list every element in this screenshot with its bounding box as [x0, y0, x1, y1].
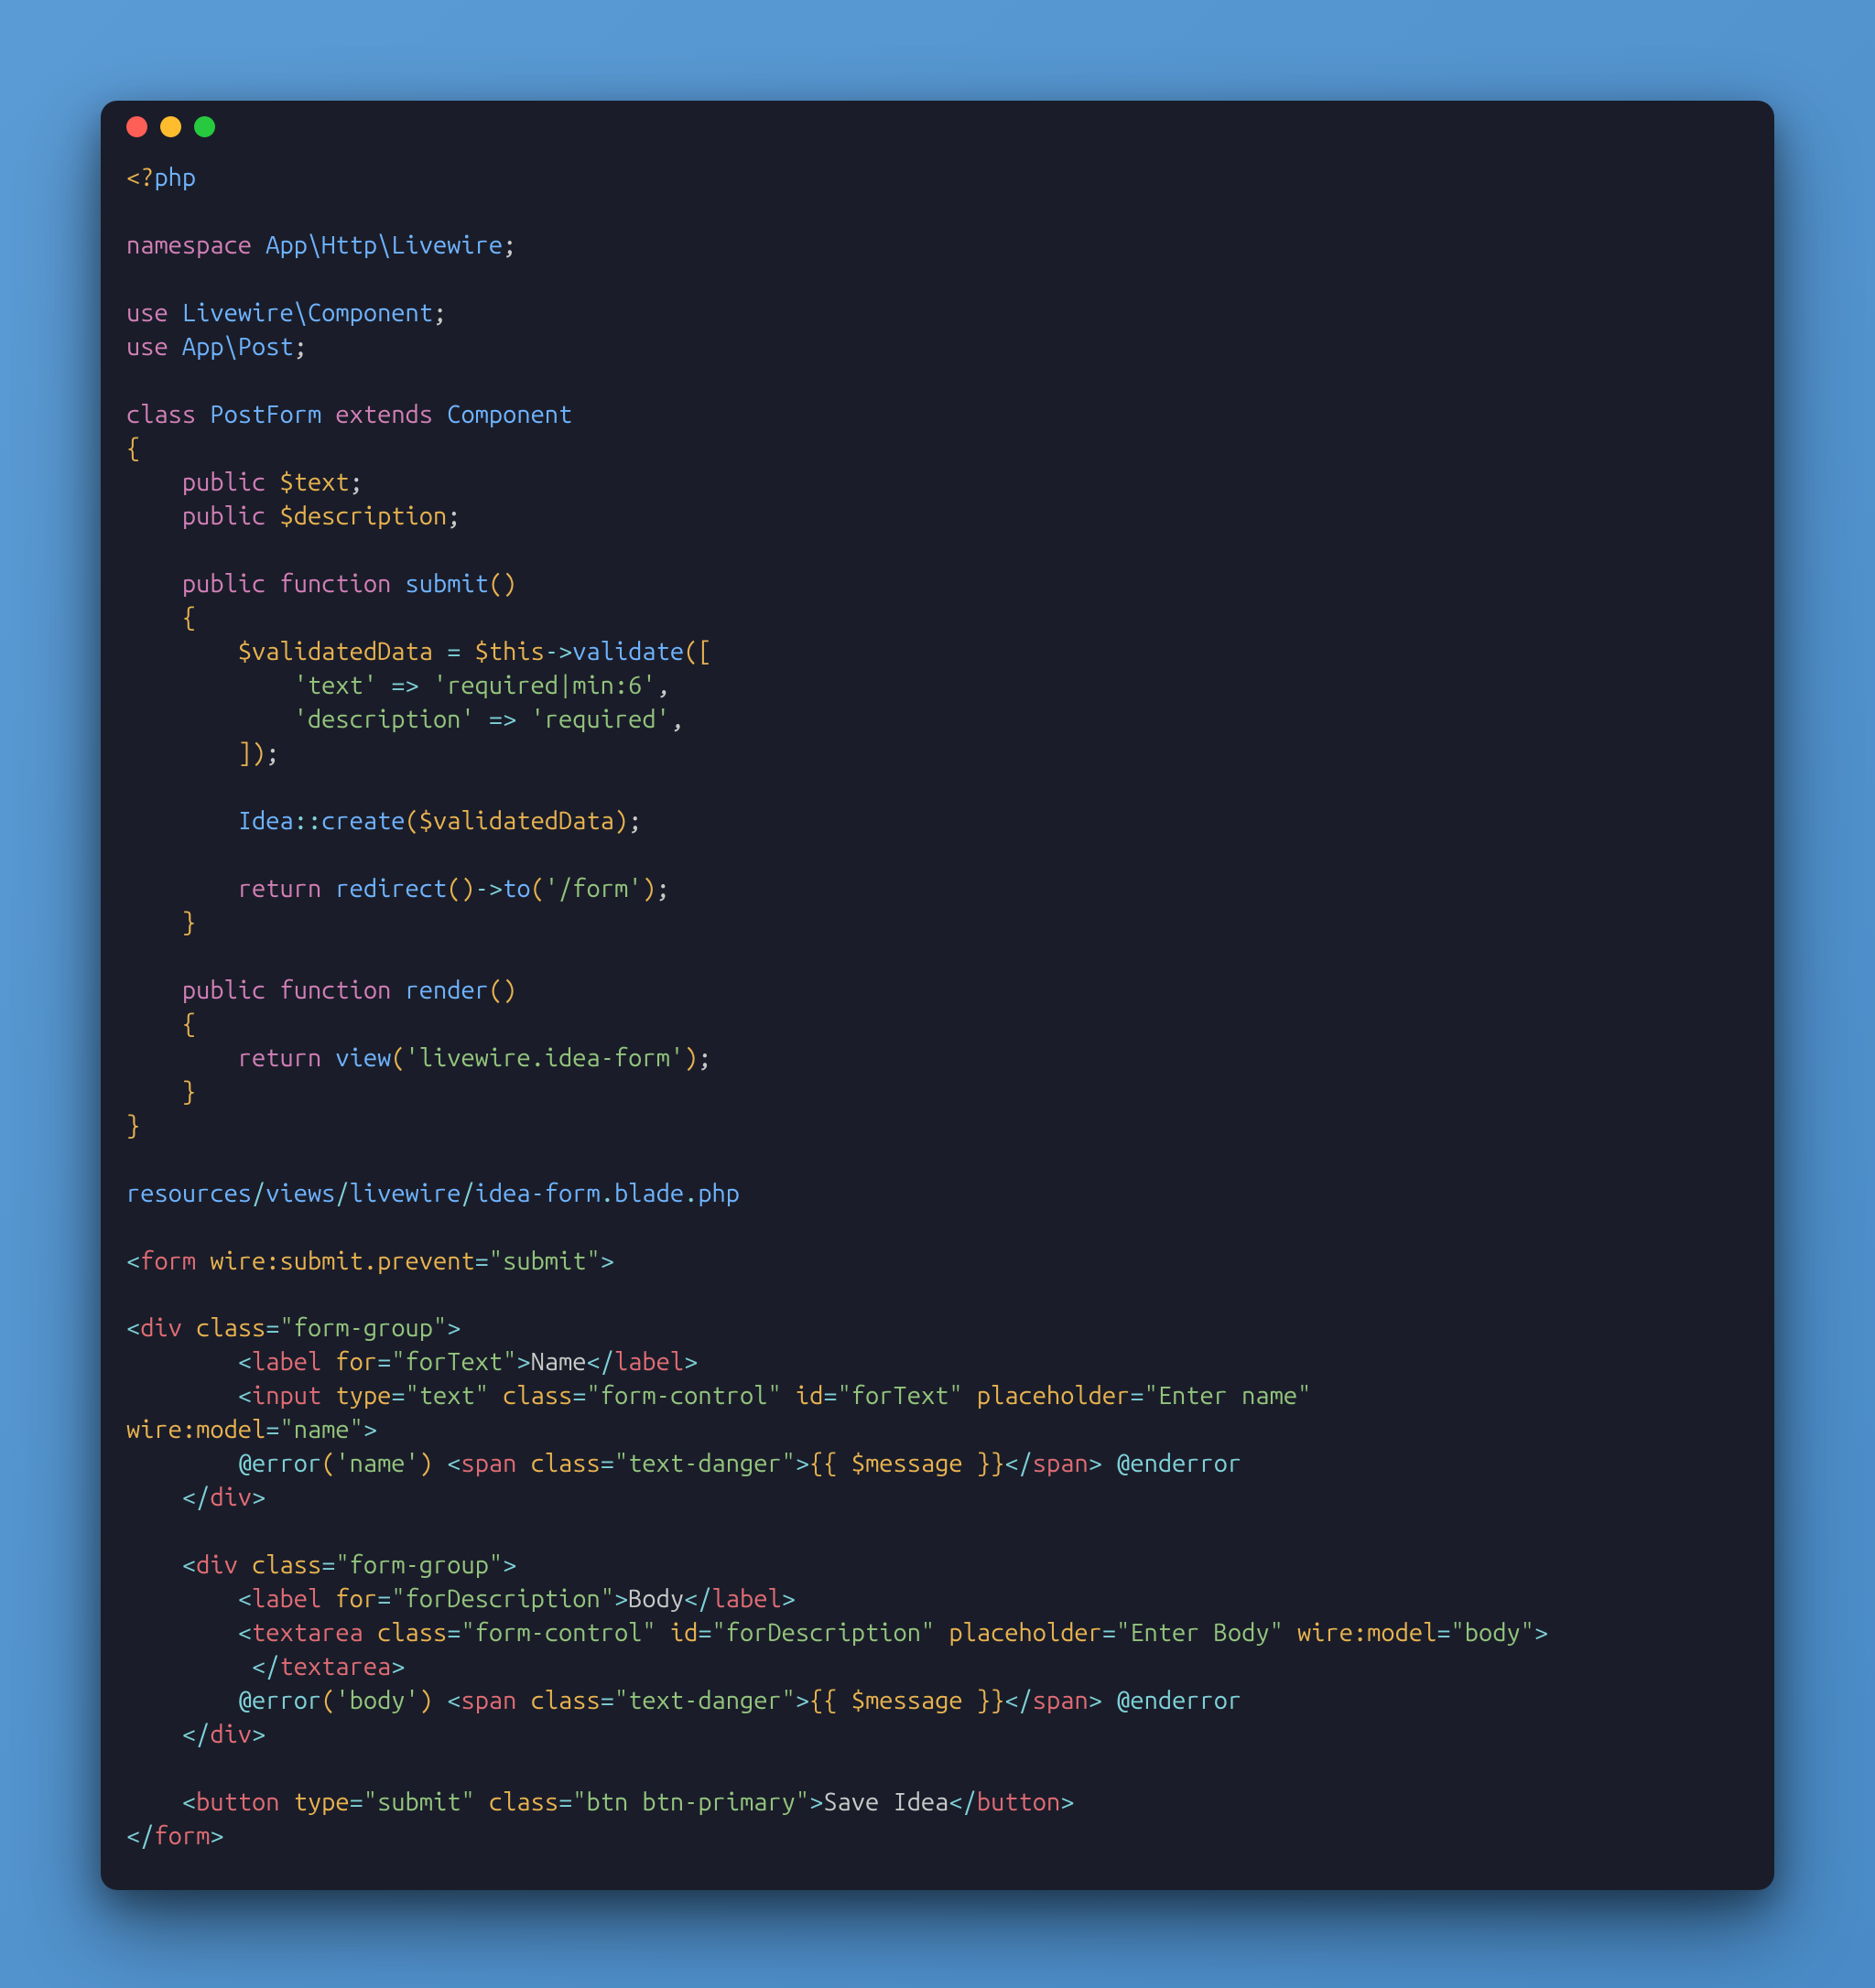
return-keyword: return	[238, 875, 321, 902]
php-tag: php	[154, 164, 196, 191]
this-var: $this	[475, 638, 545, 665]
fat-arrow: =>	[391, 672, 418, 699]
create-call: create	[321, 807, 405, 835]
error-directive: @error	[238, 1450, 321, 1477]
function-keyword: function	[280, 570, 392, 598]
rule-val: 'required|min:6'	[433, 672, 656, 699]
double-colon: ::	[294, 807, 321, 835]
code-block[interactable]: <?php namespace App\Http\Livewire; use L…	[101, 152, 1774, 1890]
public-keyword: public	[182, 570, 266, 598]
idea-class: Idea	[238, 807, 294, 835]
submit-function: submit	[406, 570, 489, 598]
property-text: $text	[280, 469, 350, 496]
view-name-string: 'livewire.idea-form'	[406, 1044, 685, 1072]
label-body-text: Body	[628, 1585, 684, 1613]
button-tag: button	[196, 1788, 279, 1816]
path-segment: php	[698, 1180, 740, 1207]
path-segment: views	[266, 1180, 335, 1207]
arrow-op: ->	[545, 638, 572, 665]
return-keyword: return	[238, 1044, 321, 1072]
php-open-tag: <?	[126, 164, 154, 191]
form-path-string: '/form'	[545, 875, 643, 902]
form-tag: form	[140, 1248, 196, 1275]
id-attr: id	[796, 1382, 823, 1410]
placeholder-name: "Enter name"	[1144, 1382, 1312, 1410]
validate-call: validate	[572, 638, 684, 665]
message-var: $message	[851, 1450, 963, 1477]
path-segment: resources	[126, 1180, 252, 1207]
redirect-call: redirect	[335, 875, 447, 902]
rule-val: 'required'	[531, 706, 670, 733]
editor-window: <?php namespace App\Http\Livewire; use L…	[101, 101, 1774, 1890]
parent-class: Component	[447, 401, 572, 428]
fat-arrow: =>	[489, 706, 516, 733]
textarea-tag: textarea	[252, 1619, 363, 1647]
rule-key: 'description'	[294, 706, 475, 733]
path-segment: blade	[614, 1180, 684, 1207]
model-body: "body"	[1451, 1619, 1534, 1647]
mustache-open: {{	[809, 1450, 837, 1477]
mustache-close: }}	[977, 1450, 1004, 1477]
for-description-value: "forDescription"	[391, 1585, 614, 1613]
type-attr: type	[335, 1382, 391, 1410]
path-segment: livewire	[350, 1180, 461, 1207]
use-path: App\Post	[182, 333, 294, 361]
public-keyword: public	[182, 977, 266, 1004]
public-keyword: public	[182, 469, 266, 496]
render-function: render	[406, 977, 489, 1004]
placeholder-body: "Enter Body"	[1116, 1619, 1284, 1647]
assign-op: =	[447, 638, 461, 665]
use-keyword: use	[126, 299, 168, 327]
public-keyword: public	[182, 502, 266, 530]
class-name: PostForm	[210, 401, 321, 428]
namespace-keyword: namespace	[126, 232, 252, 259]
minimize-icon[interactable]	[160, 116, 181, 137]
class-attr: class	[196, 1314, 266, 1342]
for-attr: for	[335, 1348, 377, 1376]
view-call: view	[335, 1044, 391, 1072]
span-tag: span	[461, 1450, 516, 1477]
save-idea-text: Save Idea	[823, 1788, 948, 1816]
error-body-arg: 'body'	[335, 1687, 418, 1714]
validated-var: $validatedData	[238, 638, 433, 665]
model-name: "name"	[280, 1416, 363, 1443]
function-keyword: function	[280, 977, 392, 1004]
property-description: $description	[280, 502, 448, 530]
wire-submit-attr: wire:submit.prevent	[210, 1248, 474, 1275]
close-icon[interactable]	[126, 116, 147, 137]
validated-var: $validatedData	[419, 807, 614, 835]
use-keyword: use	[126, 333, 168, 361]
btn-primary-class: "btn btn-primary"	[572, 1788, 809, 1816]
use-path: Livewire\Component	[182, 299, 433, 327]
input-tag: input	[252, 1382, 321, 1410]
window-titlebar	[101, 101, 1774, 152]
placeholder-attr: placeholder	[977, 1382, 1130, 1410]
rule-key: 'text'	[294, 672, 377, 699]
submit-value: "submit"	[489, 1248, 601, 1275]
form-group-class: "form-group"	[280, 1314, 448, 1342]
wire-model-attr: wire:model	[126, 1416, 266, 1443]
enderror-directive: @enderror	[1116, 1450, 1241, 1477]
label-tag: label	[252, 1348, 321, 1376]
label-name-text: Name	[531, 1348, 587, 1376]
error-name-arg: 'name'	[335, 1450, 418, 1477]
extends-keyword: extends	[335, 401, 433, 428]
type-submit: "submit"	[363, 1788, 475, 1816]
arrow-op: ->	[475, 875, 503, 902]
div-tag: div	[140, 1314, 182, 1342]
path-segment: idea-form	[475, 1180, 601, 1207]
for-text-value: "forText"	[391, 1348, 516, 1376]
text-danger-class: "text-danger"	[614, 1450, 796, 1477]
zoom-icon[interactable]	[194, 116, 215, 137]
to-call: to	[503, 875, 530, 902]
namespace-path: App\Http\Livewire	[266, 232, 503, 259]
class-keyword: class	[126, 401, 196, 428]
